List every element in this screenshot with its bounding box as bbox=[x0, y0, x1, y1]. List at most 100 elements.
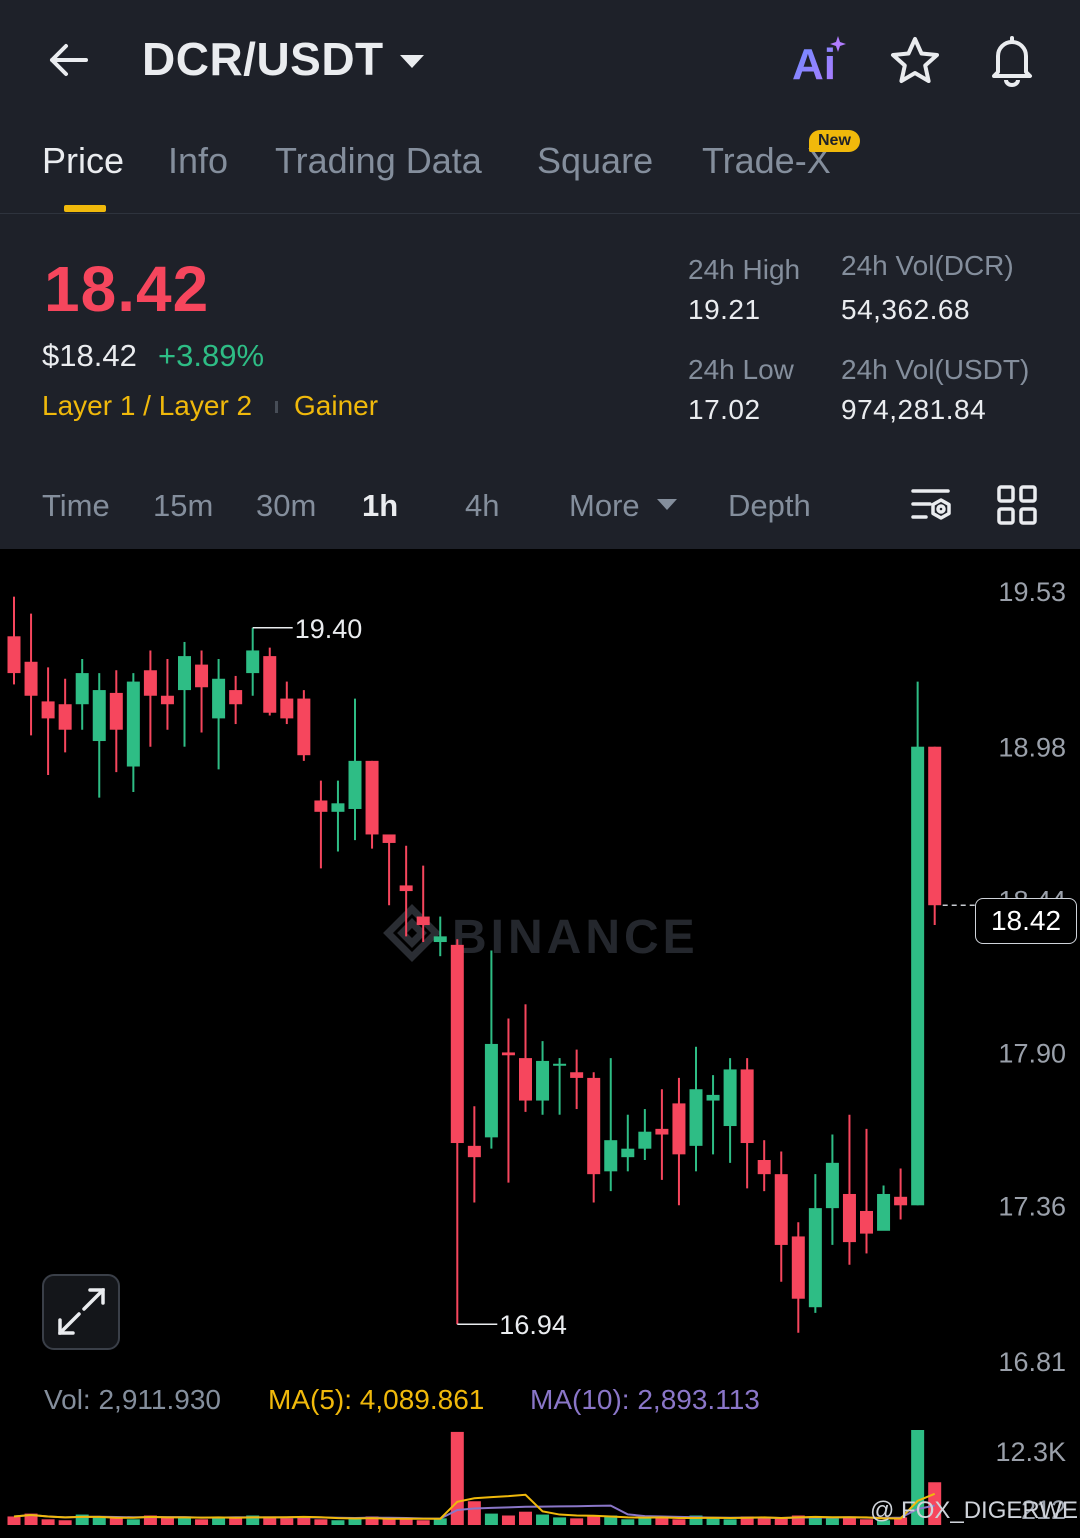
depth-tab[interactable]: Depth bbox=[728, 488, 811, 524]
y-tick-label: 19.53 bbox=[998, 577, 1066, 607]
candle bbox=[842, 1114, 856, 1265]
layout-grid-icon[interactable] bbox=[996, 484, 1040, 528]
volume-bar bbox=[399, 1519, 413, 1525]
favorite-star-icon[interactable] bbox=[888, 34, 942, 88]
volume-bar bbox=[58, 1520, 72, 1525]
candle bbox=[365, 760, 379, 849]
candle bbox=[143, 650, 157, 747]
candle bbox=[570, 1049, 584, 1110]
back-arrow-icon[interactable] bbox=[40, 30, 100, 90]
candle bbox=[655, 1089, 669, 1180]
candle bbox=[212, 658, 226, 770]
gainer-tag[interactable]: Gainer bbox=[294, 390, 378, 422]
volume-bar bbox=[621, 1519, 635, 1525]
volume-bar bbox=[638, 1518, 652, 1525]
expand-icon bbox=[58, 1288, 105, 1335]
candle bbox=[689, 1046, 703, 1172]
candle bbox=[314, 780, 328, 869]
high-marker-label: 19.40 bbox=[295, 614, 363, 644]
y-tick-label: 17.90 bbox=[998, 1038, 1066, 1068]
tab-price[interactable]: Price bbox=[42, 140, 124, 182]
vol-base-value: 54,362.68 bbox=[841, 294, 971, 325]
ma10-readout: MA(10): 2,893.113 bbox=[530, 1384, 760, 1415]
candle bbox=[24, 613, 38, 736]
price-change-percent: +3.89% bbox=[158, 338, 265, 373]
volume-bar bbox=[331, 1520, 345, 1525]
y-tick-label: 17.36 bbox=[998, 1191, 1066, 1221]
interval-30m[interactable]: 30m bbox=[256, 488, 316, 524]
candle bbox=[587, 1072, 601, 1203]
candle bbox=[928, 746, 942, 926]
vol-base-label: 24h Vol(DCR) bbox=[841, 250, 1014, 281]
watermark-brand: BINANCE bbox=[452, 911, 699, 964]
chart-settings-icon[interactable] bbox=[910, 486, 954, 528]
volume-bar bbox=[536, 1514, 550, 1525]
bell-icon[interactable] bbox=[984, 32, 1040, 88]
interval-more[interactable]: More bbox=[569, 488, 640, 524]
pair-selector[interactable]: DCR/USDT bbox=[142, 32, 424, 86]
candle bbox=[774, 1151, 788, 1282]
volume-bar bbox=[195, 1519, 209, 1525]
candle bbox=[757, 1140, 771, 1192]
volume-bar bbox=[382, 1519, 396, 1525]
active-tab-indicator bbox=[64, 205, 106, 212]
candle bbox=[553, 1058, 567, 1115]
volume-bar bbox=[160, 1517, 174, 1525]
candle bbox=[178, 641, 191, 747]
tag-separator bbox=[275, 401, 278, 413]
ai-assistant-icon[interactable]: Ai bbox=[792, 34, 850, 89]
high-label: 24h High bbox=[688, 254, 801, 285]
volume-bar bbox=[416, 1520, 430, 1525]
candle bbox=[58, 678, 72, 753]
divider bbox=[0, 213, 1080, 214]
volume-bar bbox=[501, 1515, 515, 1525]
volume-bar bbox=[467, 1501, 481, 1525]
interval-4h[interactable]: 4h bbox=[465, 488, 499, 524]
candle bbox=[604, 1058, 618, 1192]
volume-bar bbox=[587, 1516, 601, 1525]
candle bbox=[825, 1134, 839, 1245]
volume-bar bbox=[212, 1518, 226, 1525]
volume-bar bbox=[570, 1518, 584, 1525]
volume-readout: Vol: 2,911.930 bbox=[44, 1384, 221, 1415]
tab-info[interactable]: Info bbox=[168, 140, 228, 182]
volume-bar bbox=[842, 1517, 856, 1525]
y-tick-label: 18.98 bbox=[998, 733, 1066, 763]
tab-square[interactable]: Square bbox=[537, 140, 653, 182]
interval-1h[interactable]: 1h bbox=[362, 488, 398, 524]
category-tag[interactable]: Layer 1 / Layer 2 bbox=[42, 390, 252, 422]
credit-watermark: @ FOX_DIGERWEB bbox=[870, 1497, 1080, 1524]
candle bbox=[706, 1075, 720, 1155]
volume-bar bbox=[723, 1519, 737, 1525]
interval-time[interactable]: Time bbox=[42, 488, 110, 524]
candle bbox=[280, 681, 294, 725]
low-label: 24h Low bbox=[688, 354, 794, 385]
candle bbox=[331, 780, 345, 852]
volume-bar bbox=[126, 1519, 140, 1525]
volume-bar bbox=[774, 1518, 788, 1525]
volume-bar bbox=[280, 1518, 294, 1525]
candle bbox=[536, 1041, 550, 1115]
volume-bar bbox=[672, 1519, 686, 1525]
candle bbox=[450, 939, 464, 1325]
candle bbox=[382, 834, 396, 906]
volume-bar bbox=[519, 1511, 532, 1525]
fullscreen-button[interactable] bbox=[42, 1274, 120, 1350]
ma5-readout: MA(5): 4,089.861 bbox=[268, 1384, 485, 1415]
volume-tick-label: 12.3K bbox=[995, 1437, 1066, 1467]
interval-15m[interactable]: 15m bbox=[153, 488, 213, 524]
candle bbox=[877, 1185, 891, 1231]
low-marker-label: 16.94 bbox=[499, 1310, 567, 1340]
candle bbox=[808, 1174, 822, 1313]
volume-bar bbox=[109, 1518, 123, 1525]
volume-bar bbox=[484, 1513, 498, 1525]
candle bbox=[911, 681, 925, 1206]
candle bbox=[41, 667, 55, 776]
candle bbox=[638, 1109, 652, 1161]
current-price-label: 18.42 bbox=[975, 898, 1077, 944]
candle bbox=[75, 658, 89, 730]
candle bbox=[519, 1004, 532, 1112]
tab-trading-data[interactable]: Trading Data bbox=[275, 140, 482, 182]
volume-bar bbox=[7, 1516, 21, 1525]
candle bbox=[109, 670, 123, 773]
